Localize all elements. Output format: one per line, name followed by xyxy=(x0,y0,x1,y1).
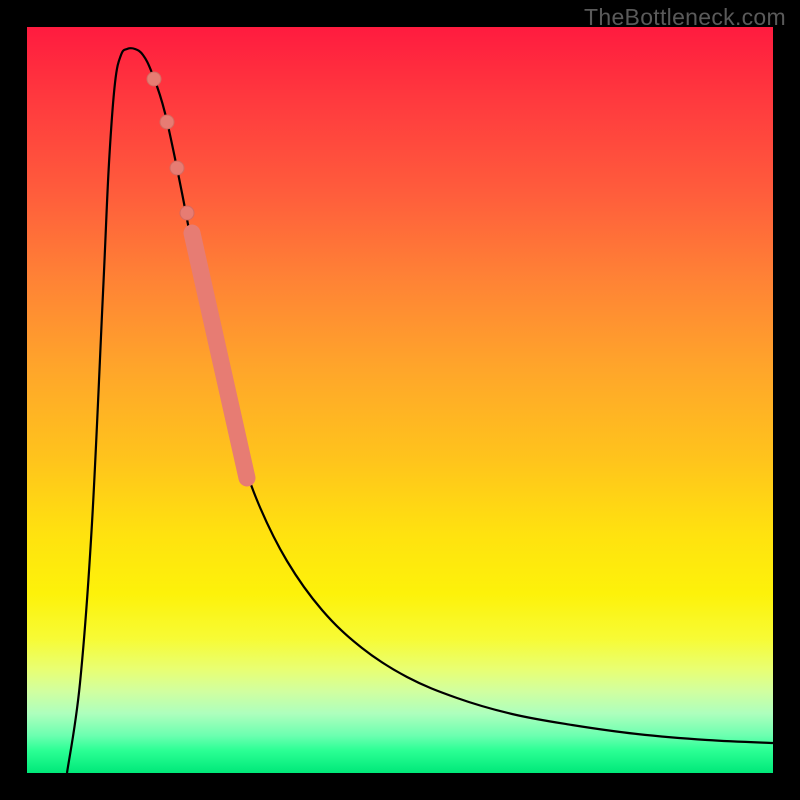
data-marker-0 xyxy=(147,72,161,86)
data-marker-3 xyxy=(180,206,194,220)
data-marker-2 xyxy=(170,161,184,175)
data-markers xyxy=(147,72,194,220)
data-marker-1 xyxy=(160,115,174,129)
watermark-text: TheBottleneck.com xyxy=(584,4,786,31)
plot-frame xyxy=(27,27,773,773)
data-overlay-layer xyxy=(27,27,773,773)
highlight-segment xyxy=(192,233,247,478)
